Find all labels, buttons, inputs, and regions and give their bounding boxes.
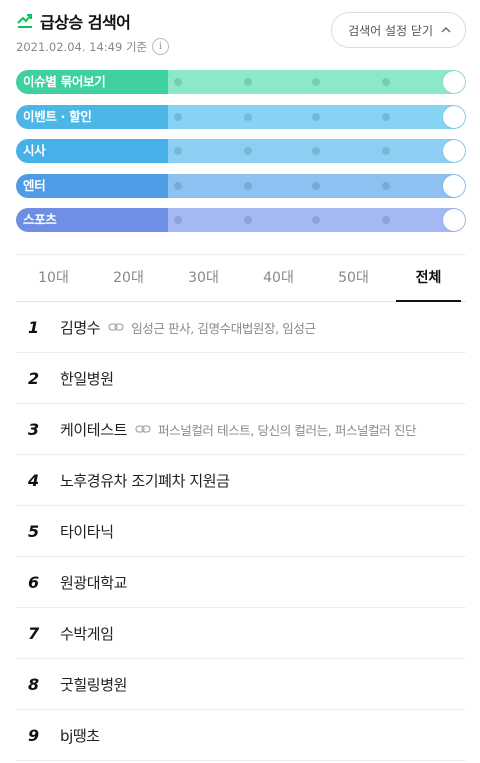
toggle-dot (244, 216, 252, 224)
keyword-link[interactable]: 수박게임 (60, 623, 114, 644)
list-item[interactable]: 7 수박게임 (16, 608, 466, 659)
rank-number: 2 (28, 368, 40, 388)
link-icon (108, 323, 124, 331)
list-item[interactable]: 9 bj땡초 (16, 710, 466, 761)
category-toggle[interactable]: 시사 (16, 139, 466, 163)
rank-number: 6 (28, 572, 40, 592)
timestamp: 2021.02.04. 14:49 기준 (16, 39, 148, 54)
ranking-list: 1 김명수 임성근 판사, 김명수대법원장, 임성근 2 한일병원 3 케이테스트 … (16, 302, 466, 761)
age-tabs: 10대 20대 30대 40대 50대 전체 (16, 254, 466, 302)
toggle-dot (312, 181, 320, 190)
keyword-link[interactable]: 김명수 (60, 317, 101, 338)
keyword-link[interactable]: 타이타닉 (60, 521, 114, 542)
toggle-dot (312, 147, 320, 155)
list-item[interactable]: 1 김명수 임성근 판사, 김명수대법원장, 임성근 (16, 302, 466, 353)
toggle-label: 이벤트 · 할인 (23, 108, 92, 124)
list-item[interactable]: 4 노후경유차 조기폐차 지원금 (16, 455, 466, 506)
keyword-link[interactable]: 노후경유차 조기폐차 지원금 (60, 470, 230, 491)
toggle-dot (174, 181, 182, 190)
tab-age[interactable]: 50대 (316, 255, 391, 301)
toggle-knob[interactable] (443, 140, 465, 162)
toggle-knob[interactable] (443, 209, 465, 231)
rank-number: 3 (28, 419, 40, 439)
toggle-dot (174, 78, 182, 86)
toggle-dot (382, 147, 390, 155)
list-item[interactable]: 2 한일병원 (16, 353, 466, 404)
category-toggle[interactable]: 이슈별 묶어보기 (16, 70, 466, 94)
toggle-label: 엔터 (23, 177, 46, 193)
category-toggle[interactable]: 이벤트 · 할인 (16, 104, 466, 129)
page-title: 급상승 검색어 (40, 13, 131, 32)
close-settings-label: 검색어 설정 닫기 (348, 23, 433, 38)
category-toggle[interactable]: 엔터 (16, 173, 466, 198)
toggle-dot (244, 112, 252, 121)
toggle-label: 스포츠 (23, 212, 57, 227)
related-keywords[interactable]: 임성근 판사, 김명수대법원장, 임성근 (131, 318, 466, 337)
tab-age[interactable]: 40대 (241, 255, 316, 301)
toggle-dot (244, 147, 252, 155)
toggle-label: 시사 (23, 143, 46, 158)
toggle-dot (312, 112, 320, 121)
keyword-link[interactable]: 원광대학교 (60, 572, 127, 593)
close-settings-button[interactable]: 검색어 설정 닫기 (331, 12, 466, 48)
toggle-dot (174, 216, 182, 224)
toggle-dot (244, 181, 252, 190)
list-item[interactable]: 3 케이테스트 퍼스널컬러 테스트, 당신의 컬러는, 퍼스널컬러 진단 (16, 404, 466, 455)
list-item[interactable]: 6 원광대학교 (16, 557, 466, 608)
keyword-link[interactable]: 한일병원 (60, 368, 114, 389)
rank-number: 9 (28, 725, 40, 745)
keyword-link[interactable]: 케이테스트 (60, 419, 127, 440)
toggle-knob[interactable] (443, 71, 465, 93)
rank-number: 1 (28, 317, 40, 337)
toggle-dot (312, 78, 320, 86)
toggle-dot (382, 216, 390, 224)
link-icon (135, 425, 151, 433)
list-item[interactable]: 8 굿힐링병원 (16, 659, 466, 710)
rank-number: 8 (28, 674, 40, 694)
toggle-dot (174, 147, 182, 155)
toggle-label: 이슈별 묶어보기 (23, 74, 106, 89)
rank-number: 7 (28, 623, 40, 643)
keyword-link[interactable]: bj땡초 (60, 725, 100, 746)
toggle-knob[interactable] (443, 174, 465, 197)
info-icon[interactable]: i (152, 38, 170, 55)
rank-number: 5 (28, 521, 40, 541)
header: 급상승 검색어 2021.02.04. 14:49 기준 i 검색어 설정 닫기 (16, 10, 466, 60)
trend-up-icon (17, 14, 32, 28)
category-toggles: 이슈별 묶어보기 이벤트 · 할인 시사 엔터 스포츠 (16, 70, 466, 243)
chevron-up-icon (441, 27, 451, 33)
list-item[interactable]: 5 타이타닉 (16, 506, 466, 557)
toggle-dot (382, 78, 390, 86)
toggle-knob[interactable] (443, 105, 465, 128)
toggle-dot (312, 216, 320, 224)
related-keywords[interactable]: 퍼스널컬러 테스트, 당신의 컬러는, 퍼스널컬러 진단 (158, 420, 466, 439)
rank-number: 4 (28, 470, 40, 490)
toggle-dot (382, 181, 390, 190)
toggle-dot (382, 112, 390, 121)
keyword-link[interactable]: 굿힐링병원 (60, 674, 127, 695)
tab-age[interactable]: 10대 (16, 255, 91, 301)
toggle-dot (174, 112, 182, 121)
tab-age[interactable]: 30대 (166, 255, 241, 301)
category-toggle[interactable]: 스포츠 (16, 208, 466, 232)
toggle-dot (244, 78, 252, 86)
tab-age[interactable]: 전체 (391, 255, 466, 302)
tab-age[interactable]: 20대 (91, 255, 166, 301)
